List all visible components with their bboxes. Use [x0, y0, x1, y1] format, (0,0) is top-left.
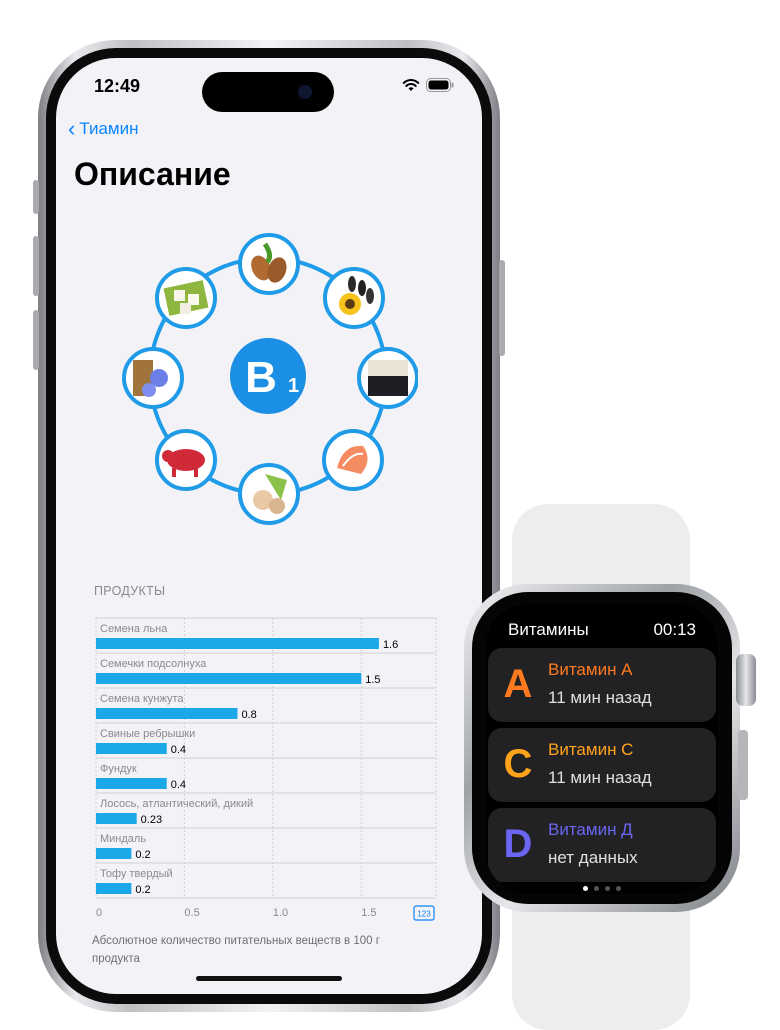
vitamin-d-name: Витамин Д [548, 820, 633, 839]
iphone-screen: 12:49 ‹ Тиамин Описание B 1 ПРОДУКТЫ 0 0… [56, 58, 482, 994]
pork-icon [155, 429, 217, 491]
bar [96, 813, 137, 824]
page-dot [594, 886, 599, 891]
bar-value-label: 0.23 [141, 814, 162, 826]
vitamin-d-card[interactable]: D Витамин Д нет данных [488, 808, 716, 882]
bar-value-label: 0.4 [171, 744, 186, 756]
action-button [33, 180, 39, 214]
chevron-left-icon: ‹ [68, 116, 76, 141]
rice-icon [357, 347, 418, 409]
hazelnut-icon [238, 463, 300, 525]
page-title: Описание [74, 156, 231, 192]
status-time: 12:49 [94, 76, 141, 96]
battery-icon [426, 78, 454, 92]
page-dot [616, 886, 621, 891]
bar-value-label: 0.2 [135, 884, 150, 896]
bar [96, 743, 167, 754]
almonds-icon [238, 233, 300, 295]
category-label: Семена льна [100, 623, 168, 635]
vitamin-c-name: Витамин C [548, 740, 634, 759]
dynamic-island [202, 72, 334, 112]
vitamin-c-status: 11 мин назад [548, 768, 652, 787]
volume-up-button [33, 236, 39, 296]
watch-title: Витамины [508, 620, 589, 639]
page-dot [583, 886, 588, 891]
status-icons [402, 78, 454, 92]
chart-footnote: Абсолютное количество питательных вещест… [92, 935, 380, 965]
bar [96, 883, 132, 894]
volume-down-button [33, 310, 39, 370]
sunflower-seeds-icon [323, 267, 385, 329]
bar [96, 673, 362, 684]
bar [96, 708, 238, 719]
home-indicator[interactable] [196, 976, 342, 981]
products-section-header: ПРОДУКТЫ [94, 584, 166, 598]
vitamin-a-name: Витамин А [548, 660, 633, 679]
salmon-icon [322, 429, 384, 491]
flax-seeds-icon [122, 347, 184, 409]
vitamin-b1-letter: B [245, 353, 277, 402]
watch-side-button[interactable] [738, 730, 748, 800]
bar-value-label: 1.6 [383, 639, 398, 651]
category-label: Семечки подсолнуха [100, 658, 207, 670]
category-label: Фундук [100, 763, 137, 775]
bar [96, 638, 379, 649]
page-indicator[interactable] [486, 886, 718, 891]
vitamin-a-card[interactable]: A Витамин А 11 мин назад [488, 648, 716, 722]
accessibility-badge-label: 123 [417, 910, 431, 919]
category-label: Свиные ребрышки [100, 728, 195, 740]
bar-value-label: 0.2 [135, 849, 150, 861]
vitamin-b1-subscript: 1 [288, 375, 299, 397]
watch-band-bottom [512, 900, 690, 1030]
camera-icon [298, 85, 312, 99]
page-dot [605, 886, 610, 891]
bar-value-label: 0.8 [241, 709, 256, 721]
x-tick-label: 1.5 [361, 907, 376, 919]
digital-crown[interactable] [736, 654, 756, 706]
watch-time: 00:13 [653, 620, 696, 639]
watch-screen: Витамины 00:13 A Витамин А 11 мин назад … [486, 604, 718, 894]
bar [96, 778, 167, 789]
tofu-icon [155, 267, 217, 329]
bar-value-label: 1.5 [365, 674, 380, 686]
thiamine-food-infographic: B 1 [122, 233, 418, 525]
x-tick-label: 0.5 [184, 907, 199, 919]
back-button-label: Тиамин [79, 119, 139, 138]
vitamin-c-card[interactable]: C Витамин C 11 мин назад [488, 728, 716, 802]
vitamin-a-status: 11 мин назад [548, 688, 652, 707]
vitamin-a-letter: A [503, 662, 533, 706]
power-button [499, 260, 505, 356]
category-label: Лосось, атлантический, дикий [100, 798, 253, 810]
category-label: Миндаль [100, 833, 146, 845]
vitamin-c-letter: C [503, 742, 533, 786]
vitamin-d-letter: D [503, 822, 533, 866]
thiamine-bar-chart: 0 0.5 1.0 1.5 123 Семена льна 1.6 Семечки подсо… [95, 617, 437, 921]
wifi-icon [402, 79, 420, 91]
bar-value-label: 0.4 [171, 779, 186, 791]
bar [96, 848, 132, 859]
back-button[interactable]: ‹ Тиамин [68, 118, 139, 140]
category-label: Тофу твердый [100, 868, 173, 880]
x-tick-label: 0 [96, 907, 102, 919]
x-tick-label: 1.0 [273, 907, 288, 919]
vitamin-d-status: нет данных [548, 848, 638, 867]
category-label: Семена кунжута [100, 693, 184, 705]
